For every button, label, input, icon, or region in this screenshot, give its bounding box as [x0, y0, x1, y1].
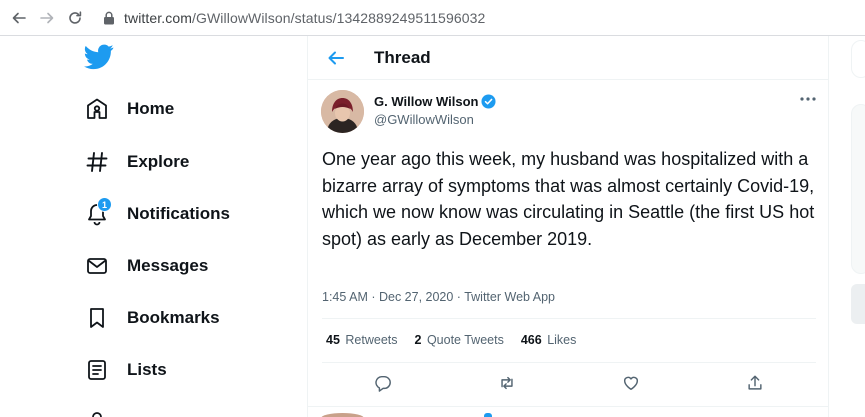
browser-forward-button[interactable]	[37, 8, 57, 28]
home-icon	[84, 96, 110, 122]
page-title: Thread	[374, 48, 431, 67]
arrow-right-icon	[40, 12, 54, 24]
back-arrow-icon[interactable]	[326, 48, 346, 68]
list-icon	[84, 357, 110, 383]
sidebar-item-label: Notifications	[127, 204, 230, 223]
share-icon	[748, 375, 762, 390]
sidebar-item-label: Messages	[127, 256, 209, 275]
avatar	[321, 413, 364, 417]
sidebar: Home Explore 1 Notifications Messages Bo…	[0, 36, 307, 417]
bookmark-icon	[84, 305, 110, 331]
share-button[interactable]	[746, 374, 766, 394]
retweets-count: 45	[326, 333, 340, 347]
url-domain: twitter.com	[124, 10, 193, 26]
divider	[322, 362, 816, 363]
sidebar-item-notifications[interactable]: 1 Notifications	[84, 197, 230, 229]
sidebar-widget-image	[851, 284, 865, 324]
envelope-icon	[84, 253, 110, 279]
twitter-logo-icon[interactable]	[84, 44, 114, 70]
reload-icon	[69, 11, 82, 24]
sidebar-item-label: Home	[127, 99, 175, 118]
likes-stat[interactable]: 466 Likes	[521, 333, 577, 347]
browser-back-button[interactable]	[9, 8, 29, 28]
author-name[interactable]: G. Willow Wilson	[374, 94, 497, 109]
next-tweet[interactable]	[308, 406, 828, 417]
like-button[interactable]	[622, 374, 642, 394]
browser-toolbar: twitter.com/GWillowWilson/status/1342889…	[0, 0, 865, 36]
tweet-actions	[308, 374, 828, 398]
url-path: /GWillowWilson/status/134288924951159603…	[192, 10, 486, 26]
tweet-text: One year ago this week, my husband was h…	[322, 149, 815, 249]
tweet-timestamp[interactable]: 1:45 AM · Dec 27, 2020 · Twitter Web App	[322, 290, 555, 304]
author-handle[interactable]: @GWillowWilson	[374, 112, 474, 127]
notification-badge: 1	[97, 197, 112, 212]
retweet-button[interactable]	[498, 374, 518, 394]
bell-icon: 1	[84, 197, 112, 227]
browser-reload-button[interactable]	[65, 8, 85, 28]
tweet-stats: 45 Retweets 2 Quote Tweets 466 Likes	[326, 333, 593, 347]
quote-tweets-stat[interactable]: 2 Quote Tweets	[415, 333, 504, 347]
sidebar-item-label: Lists	[127, 360, 167, 379]
likes-count: 466	[520, 333, 542, 347]
avatar[interactable]	[321, 90, 364, 133]
thread-header: Thread	[308, 36, 828, 80]
arrow-left-icon	[12, 12, 26, 24]
sidebar-item-messages[interactable]: Messages	[84, 251, 208, 281]
sidebar-item-explore[interactable]: Explore	[84, 147, 189, 177]
profile-icon	[84, 409, 110, 417]
likes-label: Likes	[547, 333, 577, 347]
retweets-label: Retweets	[345, 333, 398, 347]
retweet-icon	[501, 376, 513, 390]
heart-icon	[623, 376, 639, 391]
author-name-text: G. Willow Wilson	[374, 94, 479, 109]
sidebar-item-home[interactable]: Home	[84, 94, 174, 124]
lock-icon	[104, 11, 114, 25]
reply-button[interactable]	[374, 374, 394, 394]
hashtag-icon	[84, 149, 110, 175]
sidebar-item-label: Bookmarks	[127, 308, 220, 327]
more-options-icon[interactable]	[799, 94, 817, 104]
sidebar-item-lists[interactable]: Lists	[84, 355, 167, 385]
quote-tweets-count: 2	[414, 333, 422, 347]
search-box[interactable]	[851, 40, 865, 78]
sidebar-widget	[851, 104, 865, 274]
retweets-stat[interactable]: 45 Retweets	[326, 333, 398, 347]
sidebar-item-profile[interactable]	[84, 407, 110, 417]
verified-badge-icon	[481, 94, 497, 109]
sidebar-item-label: Explore	[127, 152, 190, 171]
quote-tweets-label: Quote Tweets	[426, 333, 504, 347]
sidebar-item-bookmarks[interactable]: Bookmarks	[84, 303, 220, 333]
address-bar[interactable]: twitter.com/GWillowWilson/status/1342889…	[124, 10, 485, 26]
main-column: Thread G. Willow Wilson @GWillowWilson O…	[307, 36, 829, 417]
divider	[322, 318, 816, 319]
reply-icon	[375, 375, 391, 392]
verified-badge-icon	[484, 413, 492, 417]
